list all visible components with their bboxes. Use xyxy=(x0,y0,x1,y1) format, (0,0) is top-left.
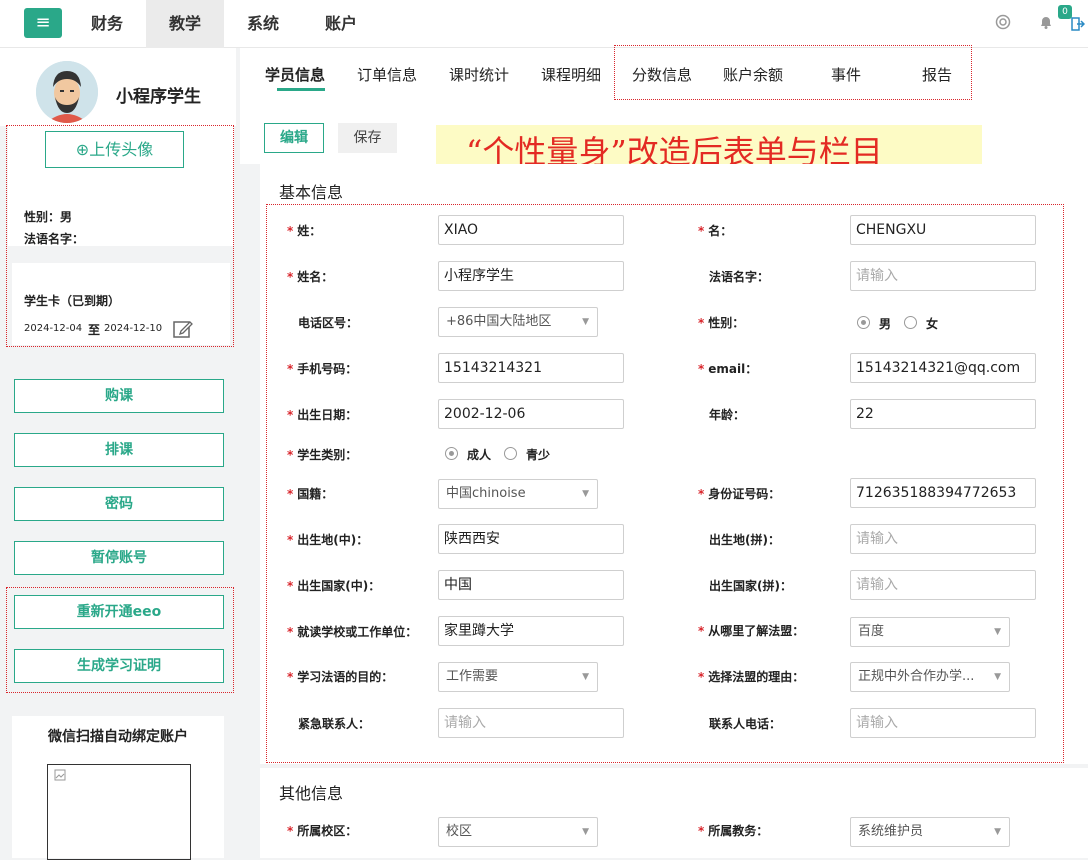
nationality-select[interactable]: 中国chinoise ▼ xyxy=(438,479,598,509)
wechat-title: 微信扫描自动绑定账户 xyxy=(48,729,188,745)
nationality-label: * 国籍： xyxy=(287,487,334,501)
save-button[interactable]: 保存 xyxy=(338,123,397,153)
type-teen-radio[interactable] xyxy=(504,447,517,460)
schedule-button[interactable]: 排课 xyxy=(14,433,224,467)
buy-course-button[interactable]: 购课 xyxy=(14,379,224,413)
birthplace-py-label: 出生地(拼)： xyxy=(709,533,780,547)
tab-hours[interactable]: 课时统计 xyxy=(449,64,509,85)
help-lifebuoy-icon[interactable] xyxy=(995,14,1011,30)
nav-teaching[interactable]: 教学 xyxy=(146,0,224,48)
highlight-profile-box xyxy=(6,125,234,347)
age-label: 年龄： xyxy=(709,408,746,422)
french-name-field[interactable]: 请输入 xyxy=(850,261,1036,291)
gender-female-radio[interactable] xyxy=(904,316,917,329)
birth-country-cn-label: * 出生国家(中)： xyxy=(287,579,381,593)
edit-button[interactable]: 编辑 xyxy=(264,123,324,153)
basic-info-title: 基本信息 xyxy=(279,183,344,202)
campus-label: * 所属校区： xyxy=(287,824,358,838)
top-bar: ≡ 财务 教学 系统 账户 0 xyxy=(0,0,1088,48)
suspend-account-button[interactable]: 暂停账号 xyxy=(14,541,224,575)
student-name: 小程序学生 xyxy=(116,87,201,107)
highlight-sidebar-buttons xyxy=(6,587,234,693)
email-label: * email： xyxy=(698,362,758,376)
chevron-down-icon: ▼ xyxy=(582,489,589,499)
purpose-select[interactable]: 工作需要 ▼ xyxy=(438,662,598,692)
broken-image-icon xyxy=(54,769,66,781)
chevron-down-icon: ▼ xyxy=(994,672,1001,682)
birthplace-cn-label: * 出生地(中)： xyxy=(287,533,369,547)
fullname-label: * 姓名： xyxy=(287,270,334,284)
menu-icon[interactable]: ≡ xyxy=(24,8,62,38)
emergency-contact-label: 紧急联系人： xyxy=(298,717,371,731)
mobile-field[interactable]: 15143214321 xyxy=(438,353,624,383)
birth-country-py-field[interactable]: 请输入 xyxy=(850,570,1036,600)
gender-female-label: 女 xyxy=(926,317,939,331)
birth-date-field[interactable]: 2002-12-06 xyxy=(438,399,624,429)
active-tab-indicator xyxy=(277,88,325,91)
chevron-down-icon: ▼ xyxy=(994,827,1001,837)
school-label: * 就读学校或工作单位： xyxy=(287,625,418,639)
nav-system[interactable]: 系统 xyxy=(224,0,302,48)
age-field[interactable]: 22 xyxy=(850,399,1036,429)
wechat-bind-panel: 微信扫描自动绑定账户 xyxy=(12,716,224,860)
affairs-label: * 所属教务： xyxy=(698,824,769,838)
purpose-label: * 学习法语的目的： xyxy=(287,670,394,684)
id-number-label: * 身份证号码： xyxy=(698,487,781,501)
given-name-label: * 名： xyxy=(698,224,733,238)
logout-icon[interactable] xyxy=(1070,17,1086,33)
chevron-down-icon: ▼ xyxy=(994,627,1001,637)
top-nav: 财务 教学 系统 账户 xyxy=(68,0,380,48)
affairs-select[interactable]: 系统维护员 ▼ xyxy=(850,817,1010,847)
birth-country-py-label: 出生国家(拼)： xyxy=(709,579,792,593)
type-adult-radio[interactable] xyxy=(445,447,458,460)
birthplace-cn-field[interactable]: 陕西西安 xyxy=(438,524,624,554)
reason-label: * 选择法盟的理由： xyxy=(698,670,805,684)
area-code-select[interactable]: +86中国大陆地区 ▼ xyxy=(438,307,598,337)
gender-male-label: 男 xyxy=(879,317,892,331)
source-label: * 从哪里了解法盟： xyxy=(698,624,805,638)
tab-student-info[interactable]: 学员信息 xyxy=(265,64,325,85)
mobile-label: * 手机号码： xyxy=(287,362,358,376)
student-type-label: * 学生类别： xyxy=(287,448,358,462)
birth-date-label: * 出生日期： xyxy=(287,408,358,422)
school-field[interactable]: 家里蹲大学 xyxy=(438,616,624,646)
fullname-field[interactable]: 小程序学生 xyxy=(438,261,624,291)
contact-phone-label: 联系人电话： xyxy=(709,717,782,731)
type-teen-label: 青少 xyxy=(526,448,551,462)
chevron-down-icon: ▼ xyxy=(582,317,589,327)
source-select[interactable]: 百度 ▼ xyxy=(850,617,1010,647)
chevron-down-icon: ▼ xyxy=(582,672,589,682)
tab-course-detail[interactable]: 课程明细 xyxy=(541,64,601,85)
given-name-field[interactable]: CHENGXU xyxy=(850,215,1036,245)
chevron-down-icon: ▼ xyxy=(582,827,589,837)
birth-country-cn-field[interactable]: 中国 xyxy=(438,570,624,600)
emergency-contact-field[interactable]: 请输入 xyxy=(438,708,624,738)
contact-phone-field[interactable]: 请输入 xyxy=(850,708,1036,738)
tab-orders[interactable]: 订单信息 xyxy=(357,64,417,85)
surname-field[interactable]: XIAO xyxy=(438,215,624,245)
password-button[interactable]: 密码 xyxy=(14,487,224,521)
campus-select[interactable]: 校区 ▼ xyxy=(438,817,598,847)
email-field[interactable]: 15143214321@qq.com xyxy=(850,353,1036,383)
bell-icon[interactable] xyxy=(1038,14,1054,30)
gender-male-radio[interactable] xyxy=(857,316,870,329)
qr-code-image xyxy=(47,764,191,860)
french-name-label: 法语名字： xyxy=(709,270,770,284)
gender-label: * 性别： xyxy=(698,316,745,330)
profile-header: 小程序学生 xyxy=(0,48,236,126)
area-code-label: 电话区号： xyxy=(298,316,359,330)
reason-select[interactable]: 正规中外合作办学... ▼ xyxy=(850,662,1010,692)
birthplace-py-field[interactable]: 请输入 xyxy=(850,524,1036,554)
nav-account[interactable]: 账户 xyxy=(302,0,380,48)
nav-finance[interactable]: 财务 xyxy=(68,0,146,48)
type-adult-label: 成人 xyxy=(467,448,492,462)
id-number-field[interactable]: 712635188394772653 xyxy=(850,478,1036,508)
surname-label: * 姓： xyxy=(287,224,322,238)
other-info-title: 其他信息 xyxy=(279,784,344,803)
highlight-tabs xyxy=(614,45,972,100)
avatar xyxy=(36,61,98,123)
